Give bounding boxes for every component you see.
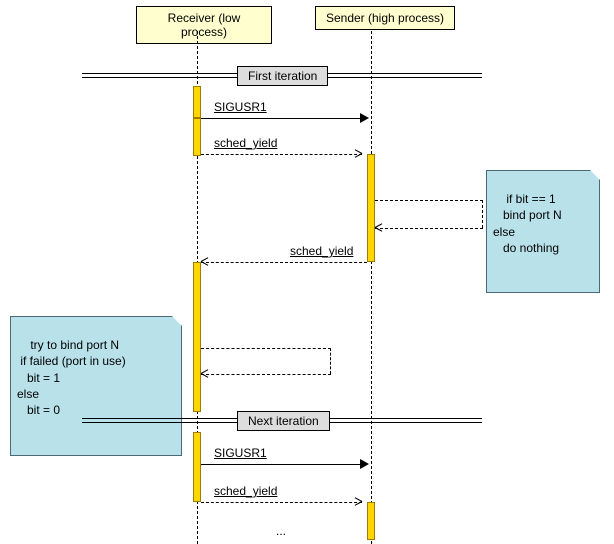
msg-sched-yield-3: sched_yield [214,484,277,498]
note-connector-sender-return [375,228,483,229]
self-msg-out [201,348,331,349]
ellipsis: ... [276,524,286,538]
divider-next-iteration: Next iteration [237,411,330,431]
self-msg-back [201,374,331,375]
arrow-sched-yield-1 [201,154,362,155]
divider-first-iteration: First iteration [237,66,328,86]
arrow-sched-yield-3 [201,502,362,503]
note-receiver-text: try to bind port N if failed (port in us… [17,338,126,417]
msg-sched-yield-2: sched_yield [290,244,353,258]
arrow-sigusr1-1 [201,118,362,119]
note-sender-text: if bit == 1 bind port N else do nothing [493,192,562,255]
note-receiver: try to bind port N if failed (port in us… [10,316,182,456]
arrowhead [360,113,369,123]
activation-receiver-2 [193,262,201,412]
participant-sender: Sender (high process) [315,6,455,30]
msg-sigusr1-2: SIGUSR1 [214,446,267,460]
note-connector-sender [375,200,483,201]
sequence-diagram: Receiver (low process) Sender (high proc… [0,0,614,544]
msg-sched-yield-1: sched_yield [214,136,277,150]
msg-sigusr1-1: SIGUSR1 [214,100,267,114]
activation-receiver-3 [193,432,201,502]
lifeline-sender [371,31,372,544]
activation-sender-2 [367,502,375,540]
note-sender: if bit == 1 bind port N else do nothing [486,170,600,293]
participant-receiver: Receiver (low process) [136,6,272,44]
arrow-sigusr1-2 [201,464,362,465]
arrowhead [360,459,369,469]
activation-receiver-1 [193,86,201,118]
arrow-sched-yield-2 [201,262,367,263]
activation-sender-1 [367,154,375,262]
activation-receiver-1b [193,118,201,156]
